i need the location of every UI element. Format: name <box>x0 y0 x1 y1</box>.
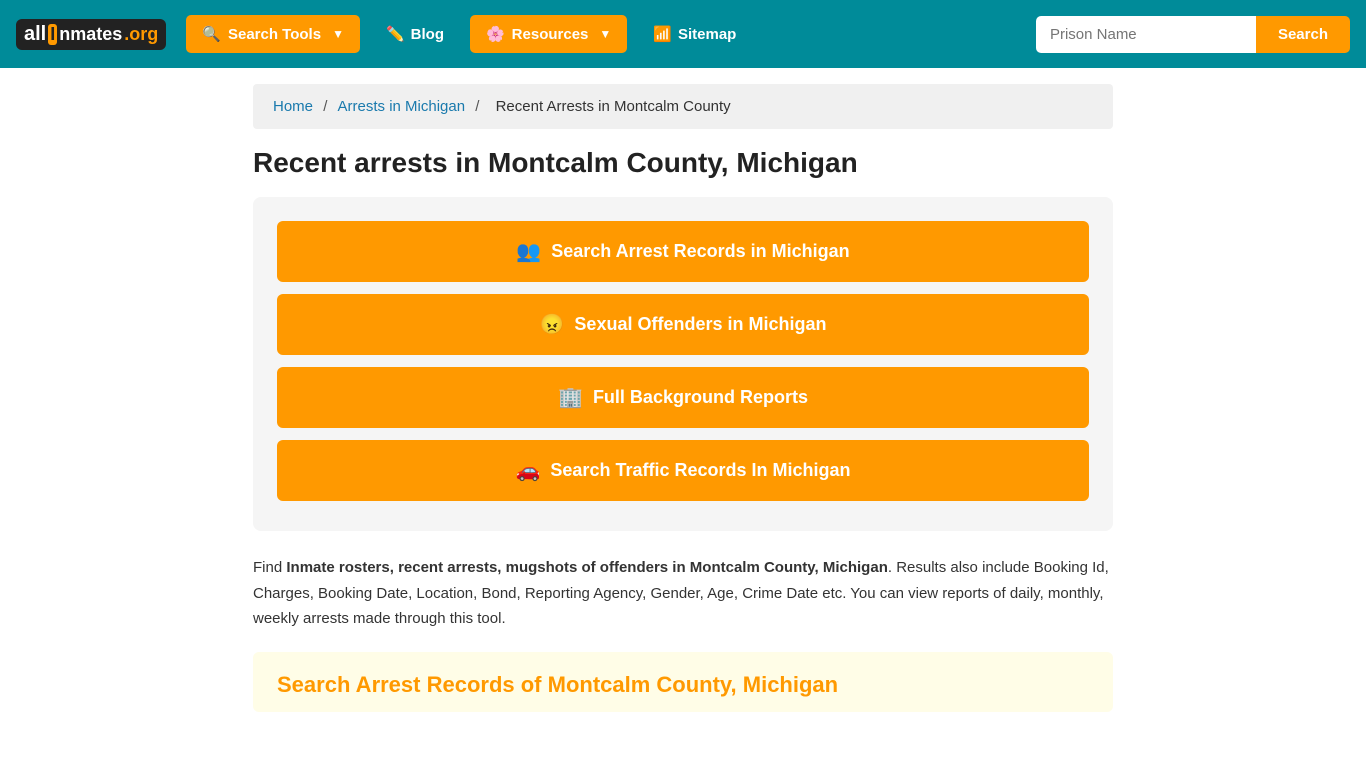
search-traffic-records-label: Search Traffic Records In Michigan <box>550 460 850 481</box>
blog-button[interactable]: ✏️ Blog <box>372 15 458 53</box>
sitemap-icon: 📶 <box>653 25 672 43</box>
blog-label: Blog <box>411 26 444 43</box>
chevron-down-icon: ▼ <box>332 27 344 41</box>
search-traffic-records-button[interactable]: 🚗 Search Traffic Records In Michigan <box>277 440 1089 501</box>
search-tools-button[interactable]: 🔍 Search Tools ▼ <box>186 15 360 53</box>
logo-org: .org <box>124 24 158 45</box>
blog-icon: ✏️ <box>386 25 405 43</box>
sexual-offenders-label: Sexual Offenders in Michigan <box>574 314 826 335</box>
section-highlight-title: Search Arrest Records of Montcalm County… <box>277 672 1089 698</box>
breadcrumb-home[interactable]: Home <box>273 98 313 115</box>
action-card: 👥 Search Arrest Records in Michigan 😠 Se… <box>253 197 1113 531</box>
offender-icon: 😠 <box>540 312 565 337</box>
search-tools-icon: 🔍 <box>202 25 221 43</box>
resources-label: Resources <box>512 26 589 43</box>
page-title: Recent arrests in Montcalm County, Michi… <box>253 147 1113 179</box>
prison-search-bar: Search <box>1036 16 1350 53</box>
resources-icon: 🌸 <box>486 25 505 43</box>
car-icon: 🚗 <box>516 458 541 483</box>
logo-all: all <box>24 23 46 46</box>
sitemap-button[interactable]: 📶 Sitemap <box>639 15 750 53</box>
description-paragraph: Find Inmate rosters, recent arrests, mug… <box>253 555 1113 632</box>
section-highlight: Search Arrest Records of Montcalm County… <box>253 652 1113 712</box>
search-tools-label: Search Tools <box>228 26 321 43</box>
breadcrumb-sep1: / <box>317 98 337 115</box>
sitemap-label: Sitemap <box>678 26 736 43</box>
search-arrest-records-label: Search Arrest Records in Michigan <box>551 241 849 262</box>
sexual-offenders-button[interactable]: 😠 Sexual Offenders in Michigan <box>277 294 1089 355</box>
search-button-label: Search <box>1278 26 1328 43</box>
search-arrest-records-button[interactable]: 👥 Search Arrest Records in Michigan <box>277 221 1089 282</box>
people-icon: 👥 <box>516 239 541 264</box>
description-bold: Inmate rosters, recent arrests, mugshots… <box>286 559 888 576</box>
chevron-down-icon-resources: ▼ <box>599 27 611 41</box>
logo-i: I <box>48 24 57 45</box>
full-background-reports-label: Full Background Reports <box>593 387 808 408</box>
navbar: allInmates.org 🔍 Search Tools ▼ ✏️ Blog … <box>0 0 1366 68</box>
full-background-reports-button[interactable]: 🏢 Full Background Reports <box>277 367 1089 428</box>
background-icon: 🏢 <box>558 385 583 410</box>
breadcrumb: Home / Arrests in Michigan / Recent Arre… <box>253 84 1113 129</box>
logo[interactable]: allInmates.org <box>16 19 166 50</box>
prison-search-button[interactable]: Search <box>1256 16 1350 53</box>
main-content: Recent arrests in Montcalm County, Michi… <box>233 147 1133 742</box>
resources-button[interactable]: 🌸 Resources ▼ <box>470 15 627 53</box>
description-prefix: Find <box>253 559 286 576</box>
breadcrumb-sep2: / <box>469 98 489 115</box>
breadcrumb-current: Recent Arrests in Montcalm County <box>490 98 737 115</box>
prison-search-input[interactable] <box>1036 16 1256 53</box>
logo-nmates: nmates <box>59 24 122 45</box>
breadcrumb-arrests-michigan[interactable]: Arrests in Michigan <box>338 98 466 115</box>
